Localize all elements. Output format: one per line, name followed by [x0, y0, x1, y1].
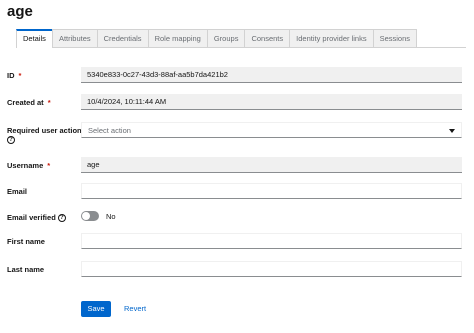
required-actions-placeholder: Select action	[88, 126, 131, 135]
email-verified-switch[interactable]	[81, 211, 99, 221]
tab-role-mapping[interactable]: Role mapping	[147, 29, 208, 47]
email-verified-state: No	[106, 212, 116, 221]
last-name-label: Last name	[7, 265, 45, 274]
id-label: ID *	[7, 71, 22, 80]
revert-button[interactable]: Revert	[124, 301, 146, 317]
created-at-row: Created at * 10/4/2024, 10:11:44 AM	[7, 94, 465, 110]
tab-groups[interactable]: Groups	[206, 29, 246, 47]
email-verified-row: Email verified ? No	[7, 211, 465, 223]
id-row: ID * 5340e833-0c27-43d3-88af-aa5b7da421b2	[7, 67, 465, 83]
required-actions-label: Required user actions	[7, 126, 86, 135]
tab-consents[interactable]: Consents	[244, 29, 291, 47]
required-marker: *	[47, 98, 51, 107]
required-marker: *	[47, 161, 51, 170]
created-at-field: 10/4/2024, 10:11:44 AM	[81, 94, 462, 110]
first-name-label: First name	[7, 237, 45, 246]
first-name-field[interactable]	[81, 233, 462, 249]
tab-attributes[interactable]: Attributes	[51, 29, 98, 47]
required-marker: *	[18, 71, 22, 80]
first-name-row: First name	[7, 233, 465, 249]
tab-credentials[interactable]: Credentials	[96, 29, 149, 47]
last-name-row: Last name	[7, 261, 465, 277]
required-actions-row: Required user actions ? Select action	[7, 122, 465, 146]
tab-sessions[interactable]: Sessions	[372, 29, 418, 47]
caret-down-icon	[449, 129, 455, 133]
tab-details[interactable]: Details	[16, 29, 53, 48]
username-field: age	[81, 157, 462, 173]
created-at-label: Created at *	[7, 98, 51, 107]
save-button[interactable]: Save	[81, 301, 111, 317]
page-title: age	[7, 3, 33, 20]
username-row: Username * age	[7, 157, 465, 173]
tab-bar: Details Attributes Credentials Role mapp…	[16, 29, 466, 48]
last-name-field[interactable]	[81, 261, 462, 277]
id-field: 5340e833-0c27-43d3-88af-aa5b7da421b2	[81, 67, 462, 83]
email-label: Email	[7, 187, 28, 196]
tab-identity-provider-links[interactable]: Identity provider links	[289, 29, 374, 47]
required-actions-select[interactable]: Select action	[81, 122, 462, 138]
email-field[interactable]	[81, 183, 462, 199]
switch-knob	[82, 212, 90, 220]
email-row: Email	[7, 183, 465, 199]
username-label: Username *	[7, 161, 51, 170]
email-verified-label: Email verified ?	[7, 213, 66, 223]
help-icon[interactable]: ?	[7, 136, 15, 144]
help-icon[interactable]: ?	[57, 214, 66, 223]
